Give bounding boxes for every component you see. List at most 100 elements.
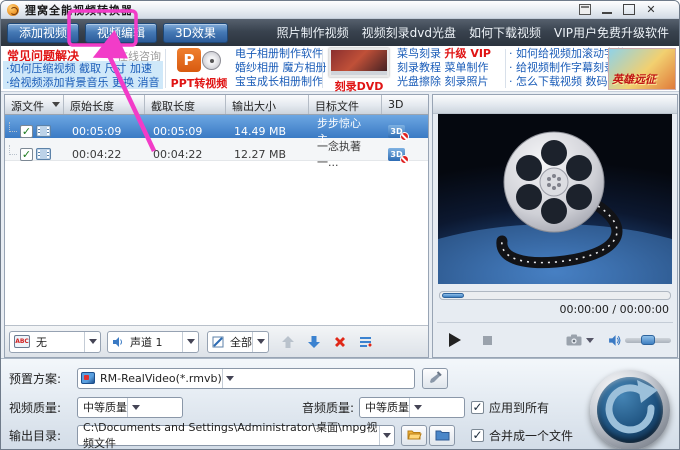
- video-screen[interactable]: [355, 114, 679, 384]
- merge-checkbox[interactable]: [471, 428, 484, 442]
- audio-quality-dropdown[interactable]: 中等质量: [359, 396, 465, 418]
- format-icon: [81, 372, 95, 384]
- app-window: 狸窝全能视频转换器 ✕ 添加视频 视频编辑 3D效果 照片制作视频 视频刻录dv…: [0, 0, 680, 450]
- header-output-size: 输出大小: [226, 95, 309, 114]
- filter-value: 全部: [230, 335, 252, 349]
- minimize-icon[interactable]: [601, 4, 613, 15]
- app-logo-icon: [7, 3, 19, 16]
- window-controls: ✕: [579, 4, 657, 15]
- menu-link-burn-dvd[interactable]: 视频刻录dvd光盘: [362, 24, 456, 41]
- window-menu-icon[interactable]: [579, 4, 591, 15]
- close-icon[interactable]: ✕: [645, 4, 657, 15]
- promo-ad-image[interactable]: 英雄远征: [608, 48, 676, 90]
- filter-dropdown[interactable]: 全部: [207, 330, 269, 353]
- header-source-file: 源文件: [5, 95, 64, 114]
- vip-upgrade-text: 升级 VIP: [444, 47, 492, 60]
- output-dir-label: 输出目录:: [9, 428, 62, 443]
- chevron-down-icon[interactable]: [409, 397, 425, 417]
- chevron-down-icon[interactable]: [182, 331, 198, 352]
- effect-3d-button[interactable]: 3D效果: [163, 22, 228, 43]
- row-3d-cell: 3D: [382, 147, 426, 164]
- list-header: 源文件 原始长度 截取长度 输出大小 目标文件 3D: [5, 95, 428, 115]
- snapshot-button[interactable]: [566, 334, 594, 346]
- burn-link-2[interactable]: 刻录教程 菜单制作: [397, 61, 503, 75]
- header-3d: 3D: [388, 98, 404, 111]
- preset-dropdown[interactable]: RM-RealVideo(*.rmvb): [77, 367, 415, 389]
- volume-icon[interactable]: [608, 334, 621, 347]
- burn-link-3[interactable]: 光盘擦除 刻录照片: [397, 75, 503, 89]
- howto-link-1[interactable]: · 如何给视频加滚动字幕 ↓: [509, 47, 639, 61]
- video-edit-button[interactable]: 视频编辑: [85, 22, 158, 43]
- album-link-3[interactable]: 宝宝成长相册制作: [235, 75, 323, 89]
- faq-link-compress[interactable]: ·如何压缩视频 截取 尺寸 加速: [6, 62, 160, 76]
- title-bar: 狸窝全能视频转换器 ✕: [1, 1, 679, 19]
- row-checkbox[interactable]: [20, 147, 33, 161]
- 3d-off-badge: [400, 154, 409, 164]
- play-button[interactable]: [449, 333, 461, 347]
- chevron-down-icon[interactable]: [221, 368, 238, 388]
- faq-section: 常见问题解决 在线咨询 ·如何压缩视频 截取 尺寸 加速 ·给视频添加背景音乐 …: [3, 46, 165, 91]
- chevron-down-icon[interactable]: [84, 331, 100, 352]
- output-dir-dropdown[interactable]: C:\Documents and Settings\Administrator\…: [77, 421, 395, 449]
- delete-button[interactable]: [333, 335, 347, 349]
- file-list-panel: 源文件 原始长度 截取长度 输出大小 目标文件 3D 00:05:09 00:0…: [4, 94, 429, 358]
- dvd-section: 刻录DVD: [324, 46, 394, 94]
- open-folder-button[interactable]: [401, 424, 427, 446]
- album-link-2[interactable]: 婚纱相册 魔方相册: [235, 61, 327, 75]
- volume-slider[interactable]: [625, 334, 671, 345]
- video-quality-dropdown[interactable]: 中等质量: [77, 396, 183, 418]
- row-checkbox[interactable]: [20, 124, 33, 138]
- header-clip-length: 截取长度: [145, 95, 226, 114]
- table-row[interactable]: 00:05:09 00:05:09 14.49 MB 步步惊心主... 3D: [5, 115, 428, 146]
- maximize-icon[interactable]: [623, 4, 635, 15]
- apply-all-checkbox[interactable]: [471, 400, 484, 414]
- seek-handle[interactable]: [442, 293, 464, 298]
- move-up-button[interactable]: [281, 335, 295, 349]
- add-video-button[interactable]: 添加视频: [7, 22, 80, 43]
- browse-folder-button[interactable]: [429, 424, 455, 446]
- burn-dvd-link[interactable]: 刻录DVD: [324, 78, 394, 94]
- chevron-down-icon[interactable]: [127, 397, 143, 417]
- howto-links: · 如何给视频加滚动字幕 ↓ · 给视频制作字幕刻录光盘 · 怎么下载视频 数码…: [509, 47, 641, 89]
- row-clip-length: 00:04:22: [153, 147, 203, 161]
- convert-arrow-icon: [605, 380, 658, 434]
- howto-link-3[interactable]: · 怎么下载视频 数码电器城: [509, 75, 641, 89]
- chevron-down-icon[interactable]: [252, 331, 268, 352]
- faq-link-bgm[interactable]: ·给视频添加背景音乐 更换 消音: [6, 76, 160, 90]
- start-convert-button[interactable]: [590, 370, 670, 449]
- header-dropdown-icon[interactable]: [52, 102, 60, 107]
- wrench-icon: [430, 371, 442, 383]
- 3d-disabled-icon[interactable]: 3D: [388, 147, 409, 164]
- dvd-video-thumbnail[interactable]: [329, 48, 389, 77]
- menu-link-vip-upgrade[interactable]: VIP用户免费升级软件: [554, 24, 669, 41]
- audio-track-dropdown[interactable]: 声道 1: [107, 330, 199, 353]
- stop-button[interactable]: [483, 335, 492, 345]
- promo-banner: 常见问题解决 在线咨询 ·如何压缩视频 截取 尺寸 加速 ·给视频添加背景音乐 …: [1, 46, 679, 94]
- faq-links-box: ·如何压缩视频 截取 尺寸 加速 ·给视频添加背景音乐 更换 消音: [3, 61, 163, 89]
- preview-header-strip: [433, 95, 677, 114]
- row-3d-cell: 3D: [382, 124, 426, 141]
- divider: [165, 49, 166, 88]
- menu-link-download[interactable]: 如何下载视频: [469, 24, 541, 41]
- preset-settings-button[interactable]: [422, 367, 448, 389]
- audio-quality-value: 中等质量: [365, 401, 409, 414]
- chevron-down-icon[interactable]: [379, 425, 394, 445]
- volume-control: [608, 334, 671, 347]
- move-down-button[interactable]: [307, 335, 321, 349]
- burn-link-1[interactable]: 菜鸟刻录 升级 VIP: [397, 47, 503, 61]
- menu-link-photo-video[interactable]: 照片制作视频: [277, 24, 349, 41]
- clear-list-button[interactable]: [359, 335, 375, 349]
- volume-handle[interactable]: [641, 334, 655, 345]
- row-target-file: 一念执著一...: [317, 140, 361, 169]
- preview-panel: 00:00:00 / 00:00:00: [355, 94, 679, 384]
- howto-link-2[interactable]: · 给视频制作字幕刻录光盘: [509, 61, 637, 75]
- seek-bar[interactable]: [439, 291, 671, 300]
- 3d-disabled-icon[interactable]: 3D: [388, 124, 409, 141]
- album-link-1[interactable]: 电子相册制作软件: [235, 47, 323, 61]
- tree-connector: [9, 122, 17, 132]
- settings-panel: 预置方案: RM-RealVideo(*.rmvb) 视频质量: 中等质量 音频…: [1, 358, 679, 449]
- subtitle-dropdown[interactable]: ABC 无: [9, 330, 101, 353]
- ppt-to-video-link[interactable]: PPT转视频: [167, 75, 231, 91]
- table-row[interactable]: 00:04:22 00:04:22 12.27 MB 一念执著一... 3D: [5, 138, 428, 169]
- list-toolbar: ABC 无 声道 1 全部: [5, 325, 428, 357]
